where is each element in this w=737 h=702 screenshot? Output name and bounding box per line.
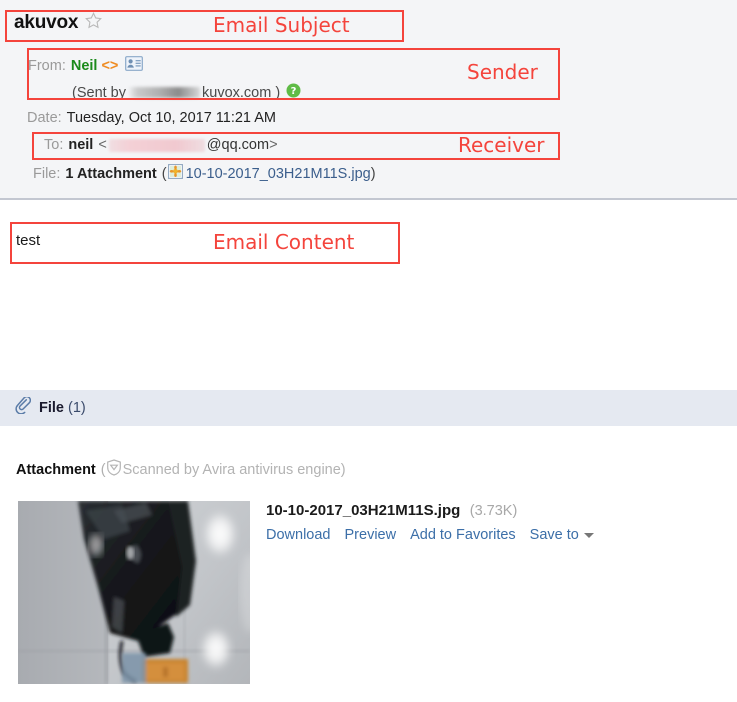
- attachment-photo-thumbnail[interactable]: [18, 501, 250, 684]
- date-row: Date: Tuesday, Oct 10, 2017 11:21 AM: [27, 110, 276, 126]
- email-header-panel: akuvox From: Neil <> (Sent by kuvox.com …: [0, 0, 737, 200]
- star-outline-icon[interactable]: [85, 11, 103, 34]
- attachment-count: 1 Attachment: [65, 165, 157, 182]
- image-thumbnail-icon: [167, 164, 183, 183]
- sent-by-suffix: ): [275, 84, 281, 101]
- svg-text:?: ?: [291, 86, 297, 97]
- sent-by-prefix: (Sent by: [72, 84, 126, 101]
- caret-down-icon[interactable]: [583, 532, 594, 538]
- from-row: From: Neil <>: [28, 56, 144, 75]
- sent-by-redacted-address: [128, 87, 200, 98]
- date-value: Tuesday, Oct 10, 2017 11:21 AM: [66, 110, 276, 126]
- from-address-brackets: <>: [101, 57, 119, 74]
- to-redacted-address: [108, 138, 205, 152]
- attachment-filename[interactable]: 10-10-2017_03H21M11S.jpg: [266, 502, 460, 519]
- preview-link[interactable]: Preview: [345, 527, 397, 543]
- from-label: From:: [28, 57, 66, 74]
- attachment-actions: Download Preview Add to Favorites Save t…: [266, 527, 594, 543]
- help-question-icon[interactable]: ?: [286, 83, 301, 102]
- to-row: To: neil < @qq.com >: [44, 137, 278, 153]
- page-title: akuvox: [14, 12, 79, 33]
- file-close-paren: ): [370, 165, 376, 182]
- save-to-dropdown[interactable]: Save to: [530, 527, 594, 543]
- email-body-text: test: [16, 232, 41, 249]
- file-row: File: 1 Attachment ( 10-10-2017_03H21M11…: [33, 164, 376, 183]
- attachment-details: 10-10-2017_03H21M11S.jpg (3.73K) Downloa…: [266, 502, 594, 543]
- from-sender-name[interactable]: Neil: [71, 58, 98, 74]
- paperclip-icon: [14, 395, 32, 419]
- save-to-link[interactable]: Save to: [530, 527, 579, 543]
- file-section-count: (1): [67, 400, 86, 416]
- file-section-title: File: [39, 400, 64, 416]
- file-label: File:: [33, 165, 61, 182]
- attachment-filesize: (3.73K): [469, 503, 518, 519]
- to-open-bracket: <: [98, 137, 107, 153]
- email-body-panel: test: [0, 200, 737, 382]
- attachment-filename-row: 10-10-2017_03H21M11S.jpg (3.73K): [266, 502, 594, 520]
- to-domain: @qq.com: [206, 137, 270, 153]
- download-link[interactable]: Download: [266, 527, 331, 543]
- subject-row: akuvox: [14, 11, 103, 34]
- attachment-heading: Attachment: [16, 461, 96, 478]
- sent-by-domain: kuvox.com: [202, 84, 272, 101]
- attachment-filename-inline[interactable]: 10-10-2017_03H21M11S.jpg: [186, 166, 371, 182]
- scan-status-text: Scanned by Avira antivirus engine): [122, 461, 346, 478]
- shield-scanned-icon: [106, 459, 122, 480]
- add-to-favorites-link[interactable]: Add to Favorites: [410, 527, 516, 543]
- to-recipient-name[interactable]: neil: [68, 137, 93, 153]
- file-section-bar: File (1): [0, 390, 737, 426]
- to-close-bracket: >: [269, 137, 278, 153]
- file-open-paren: (: [161, 165, 167, 182]
- to-label: To:: [44, 137, 64, 153]
- attachment-scan-row: Attachment ( Scanned by Avira antivirus …: [16, 459, 346, 480]
- date-label: Date:: [27, 110, 62, 126]
- sent-by-row: (Sent by kuvox.com ) ?: [72, 83, 301, 102]
- contact-card-icon[interactable]: [125, 56, 144, 75]
